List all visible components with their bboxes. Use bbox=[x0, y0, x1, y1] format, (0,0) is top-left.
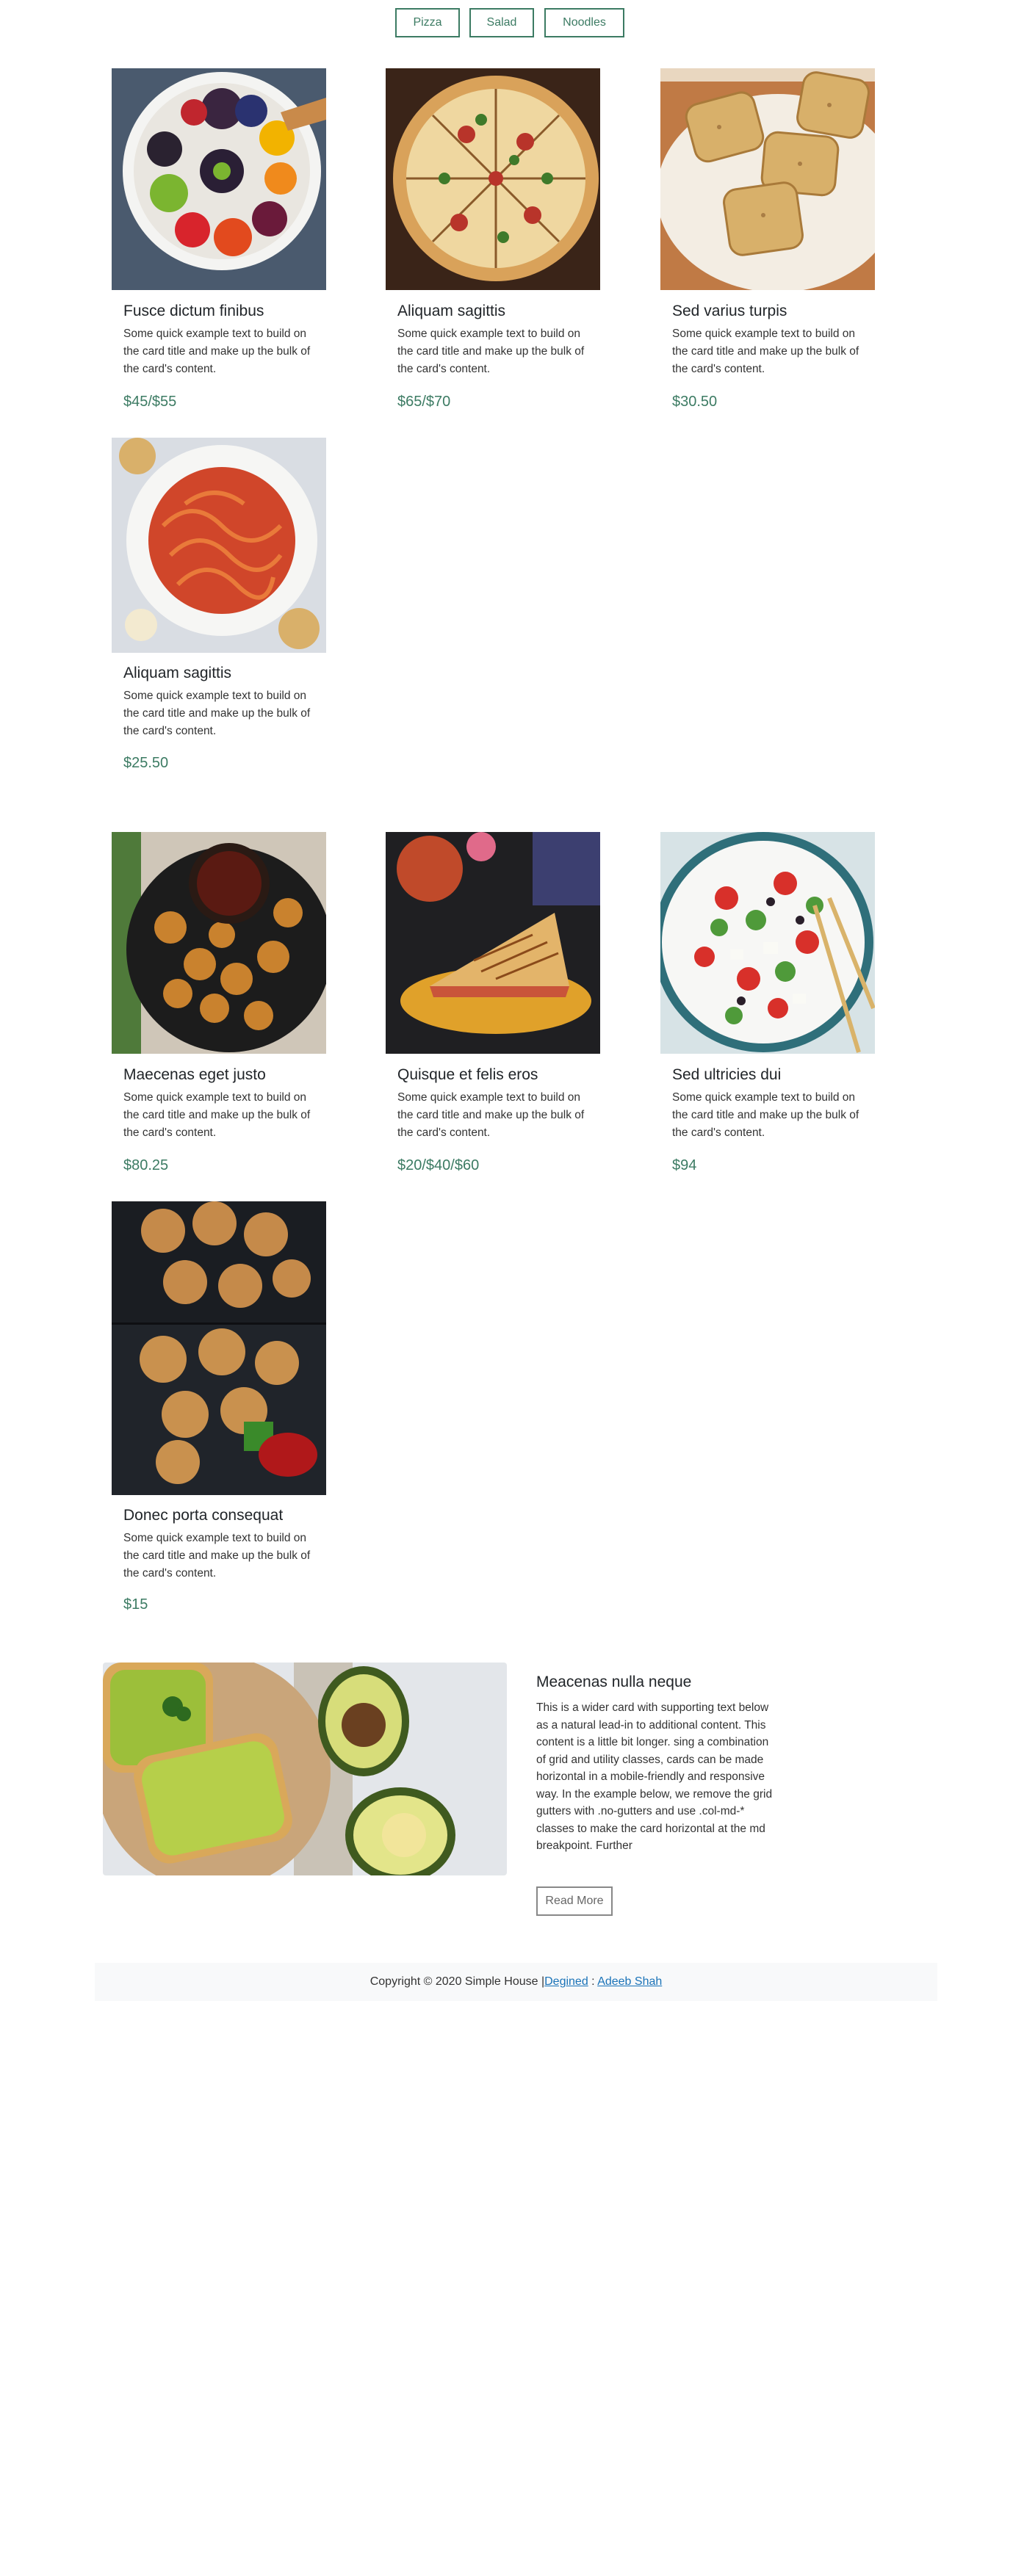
avocado-toast-photo bbox=[103, 1663, 507, 1875]
pizza-photo bbox=[386, 68, 600, 290]
fruit-bowl-photo bbox=[112, 68, 326, 290]
wide-card: Meacenas nulla neque This is a wider car… bbox=[103, 1663, 911, 1927]
card-title: Sed varius turpis bbox=[672, 303, 787, 319]
footer-separator: : bbox=[588, 1975, 598, 1988]
chicken-nuggets-photo bbox=[112, 832, 326, 1054]
menu-card[interactable]: Quisque et felis eros Some quick example… bbox=[386, 832, 600, 1177]
read-more-button[interactable]: Read More bbox=[536, 1886, 613, 1916]
menu-card[interactable]: Maecenas eget justo Some quick example t… bbox=[112, 832, 326, 1177]
menu-card[interactable]: Aliquam sagittis Some quick example text… bbox=[386, 68, 600, 413]
menu-card[interactable]: Aliquam sagittis Some quick example text… bbox=[112, 438, 326, 783]
tab-salad[interactable]: Salad bbox=[469, 8, 534, 37]
wide-card-title: Meacenas nulla neque bbox=[536, 1674, 692, 1690]
card-price: $45/$55 bbox=[123, 394, 177, 410]
wide-card-text: This is a wider card with supporting tex… bbox=[536, 1701, 773, 1852]
card-text: Some quick example text to build on the … bbox=[123, 1532, 311, 1580]
card-text: Some quick example text to build on the … bbox=[672, 328, 859, 375]
garlic-bread-photo bbox=[660, 68, 875, 290]
category-tabs: Pizza Salad Noodles bbox=[0, 8, 1013, 37]
copyright-text: Copyright © 2020 Simple House | bbox=[369, 1975, 545, 1988]
menu-card[interactable]: Sed ultricies dui Some quick example tex… bbox=[660, 832, 875, 1177]
card-text: Some quick example text to build on the … bbox=[123, 690, 311, 737]
card-price: $25.50 bbox=[123, 755, 169, 771]
card-text: Some quick example text to build on the … bbox=[123, 328, 311, 375]
dumplings-photo bbox=[112, 1201, 326, 1495]
tab-pizza[interactable]: Pizza bbox=[395, 8, 460, 37]
menu-card[interactable]: Donec porta consequat Some quick example… bbox=[112, 1201, 326, 1613]
menu-card[interactable]: Fusce dictum finibus Some quick example … bbox=[112, 68, 326, 413]
card-title: Fusce dictum finibus bbox=[123, 303, 264, 319]
designed-link[interactable]: Degined bbox=[544, 1975, 588, 1988]
card-title: Quisque et felis eros bbox=[397, 1066, 538, 1083]
card-title: Sed ultricies dui bbox=[672, 1066, 782, 1083]
card-price: $15 bbox=[123, 1596, 148, 1613]
card-price: $65/$70 bbox=[397, 394, 451, 410]
quesadilla-photo bbox=[386, 832, 600, 1054]
card-text: Some quick example text to build on the … bbox=[672, 1091, 859, 1139]
footer: Copyright © 2020 Simple House |Degined :… bbox=[95, 1963, 937, 2001]
card-text: Some quick example text to build on the … bbox=[123, 1091, 311, 1139]
card-price: $94 bbox=[672, 1157, 697, 1173]
card-title: Donec porta consequat bbox=[123, 1507, 284, 1524]
menu-card[interactable]: Sed varius turpis Some quick example tex… bbox=[660, 68, 875, 413]
card-title: Maecenas eget justo bbox=[123, 1066, 266, 1083]
card-text: Some quick example text to build on the … bbox=[397, 328, 585, 375]
card-price: $20/$40/$60 bbox=[397, 1157, 480, 1173]
card-title: Aliquam sagittis bbox=[123, 665, 232, 681]
pasta-photo bbox=[112, 438, 326, 653]
card-price: $80.25 bbox=[123, 1157, 169, 1173]
author-link[interactable]: Adeeb Shah bbox=[597, 1975, 662, 1988]
card-price: $30.50 bbox=[672, 394, 718, 410]
tab-noodles[interactable]: Noodles bbox=[544, 8, 624, 37]
card-title: Aliquam sagittis bbox=[397, 303, 506, 319]
greek-salad-photo bbox=[660, 832, 875, 1054]
card-text: Some quick example text to build on the … bbox=[397, 1091, 585, 1139]
